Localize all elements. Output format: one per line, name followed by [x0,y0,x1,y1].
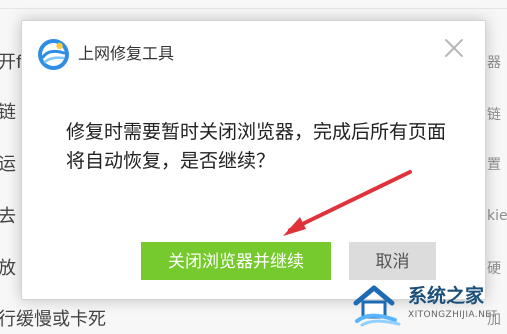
background-text-fragment: 链 [0,102,16,123]
watermark-site-name: 系统之家 [408,285,485,307]
watermark-site-url: XITONGZHIJIA.NET [408,310,498,320]
dialog-message: 修复时需要暂时关闭浏览器，完成后所有页面将自动恢复，是否继续？ [66,121,447,172]
dialog-title: 上网修复工具 [78,44,175,63]
background-text-fragment: 置 [487,157,501,173]
repair-dialog: 上网修复工具 修复时需要暂时关闭浏览器，完成后所有页面将自动恢复，是否继续？ 关… [21,20,486,300]
background-text-fragment: 放 [0,258,16,279]
close-browser-and-continue-button[interactable]: 关闭浏览器并继续 [141,242,331,280]
browser-logo-icon [38,39,69,70]
background-text-fragment: 去 [0,206,16,227]
dialog-titlebar: 上网修复工具 [22,21,485,79]
background-text-fragment: 开f [0,52,23,73]
house-logo-icon [353,285,401,327]
site-watermark: 系统之家 XITONGZHIJIA.NET [350,280,505,332]
close-icon[interactable] [443,37,465,59]
background-text-fragment: 硬 [487,261,501,277]
cancel-button[interactable]: 取消 [349,242,436,280]
background-text-fragment: 器 [487,55,501,71]
background-text-fragment: 链 [487,107,501,123]
background-text-fragment: 运 [0,154,16,175]
background-divider [0,8,507,9]
background-text-fragment: kie [487,208,507,224]
background-text-fragment: 行缓慢或卡死 [0,309,106,330]
